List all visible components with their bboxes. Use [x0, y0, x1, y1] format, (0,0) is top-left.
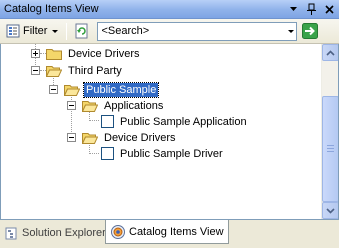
- toolbar: Filter: [0, 19, 339, 44]
- open-folder-icon: [46, 66, 62, 77]
- panel-tab-strip: Solution Explorer Catalog Items View: [0, 220, 339, 248]
- search-input[interactable]: [98, 22, 285, 40]
- chevron-up-icon: [326, 49, 335, 56]
- tab-catalog-items-view[interactable]: Catalog Items View: [105, 220, 229, 244]
- tree-connector: [89, 153, 99, 154]
- window-position-dropdown-icon[interactable]: [285, 1, 301, 17]
- vertical-scrollbar[interactable]: [321, 44, 338, 219]
- toolbar-separator: [66, 22, 68, 40]
- solution-explorer-icon: [5, 227, 17, 240]
- filter-label: Filter: [23, 25, 48, 37]
- filter-icon: [6, 24, 20, 38]
- go-arrow-icon[interactable]: [302, 23, 319, 39]
- item-checkbox[interactable]: [101, 147, 114, 160]
- refresh-icon: [75, 23, 88, 39]
- tree-connector: [89, 120, 99, 121]
- open-folder-icon: [82, 101, 98, 112]
- catalog-tree: Device Drivers Third Party Public Sample…: [0, 44, 339, 220]
- tree-leaf[interactable]: Public Sample Application: [99, 113, 249, 130]
- tree-node-label: Public Sample Driver: [120, 147, 223, 160]
- thumb-grip: [327, 151, 334, 152]
- tab-label: Catalog Items View: [129, 225, 224, 238]
- tree-node[interactable]: Device Drivers: [67, 129, 178, 146]
- tree-node-label: Applications: [104, 99, 164, 112]
- tab-label: Solution Explorer: [22, 227, 106, 239]
- collapse-icon[interactable]: [49, 85, 58, 94]
- title-bar: Catalog Items View: [0, 0, 339, 19]
- tree-node[interactable]: Device Drivers: [31, 45, 142, 62]
- search-dropdown-icon[interactable]: [288, 29, 295, 33]
- refresh-button[interactable]: [72, 21, 92, 41]
- open-folder-icon: [82, 133, 98, 144]
- tree-leaf[interactable]: Public Sample Driver: [99, 145, 225, 162]
- search-combobox[interactable]: [97, 21, 298, 41]
- close-icon[interactable]: [321, 1, 337, 17]
- scroll-thumb[interactable]: [322, 96, 338, 202]
- tree-node-label: Device Drivers: [68, 47, 140, 60]
- collapse-icon[interactable]: [67, 133, 76, 142]
- auto-hide-pin-icon[interactable]: [303, 1, 319, 17]
- thumb-grip: [327, 148, 334, 149]
- thumb-grip: [327, 145, 334, 146]
- scroll-down-button[interactable]: [322, 202, 338, 219]
- chevron-down-icon: [326, 207, 335, 214]
- collapse-icon[interactable]: [67, 101, 76, 110]
- collapse-icon[interactable]: [31, 66, 40, 75]
- tab-solution-explorer[interactable]: Solution Explorer: [1, 222, 110, 244]
- window-title: Catalog Items View: [4, 3, 99, 15]
- tree-node-label: Third Party: [68, 64, 122, 77]
- filter-dropdown-icon: [52, 29, 59, 33]
- scroll-up-button[interactable]: [322, 44, 338, 61]
- item-checkbox[interactable]: [101, 115, 114, 128]
- tree-node-label: Device Drivers: [104, 131, 176, 144]
- tree-node-label: Public Sample: [82, 81, 160, 98]
- tree-node-selected[interactable]: Public Sample: [49, 81, 160, 98]
- tree-node-label: Public Sample Application: [120, 115, 247, 128]
- open-folder-icon: [64, 85, 80, 96]
- tree-node[interactable]: Applications: [67, 97, 165, 114]
- tree-node[interactable]: Third Party: [31, 62, 124, 79]
- filter-button[interactable]: Filter: [3, 21, 61, 41]
- expand-icon[interactable]: [31, 49, 40, 58]
- catalog-icon: [111, 224, 125, 239]
- folder-icon: [46, 49, 62, 60]
